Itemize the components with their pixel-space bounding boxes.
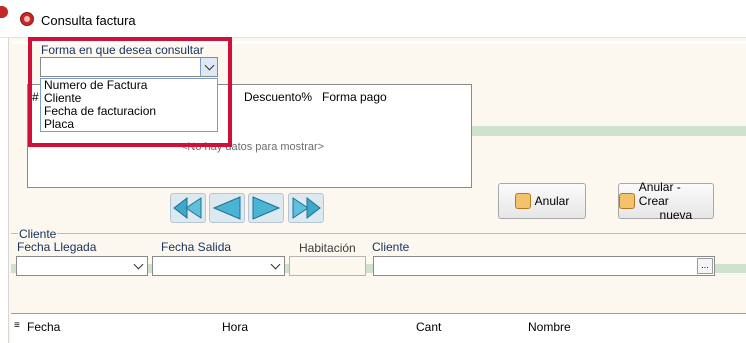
app-icon — [20, 12, 34, 26]
highlight-box — [28, 37, 232, 147]
detalle-grid[interactable]: ≡ Fecha Hora Cant Nombre — [11, 313, 746, 343]
cliente-field[interactable]: ... — [373, 256, 715, 276]
anular-button[interactable]: Anular — [498, 183, 586, 219]
cliente-label: Cliente — [372, 240, 410, 254]
fecha-llegada-label: Fecha Llegada — [17, 240, 97, 254]
habitacion-label: Habitación — [299, 241, 356, 255]
chevron-down-icon[interactable] — [130, 257, 147, 275]
next-icon — [252, 196, 281, 220]
next-button[interactable] — [248, 193, 284, 223]
anular-icon — [514, 193, 531, 209]
title-bar: Consulta factura — [0, 0, 746, 38]
fecha-llegada-combo[interactable] — [16, 256, 148, 276]
anular-crear-label-line1: Anular - Crear — [638, 180, 681, 208]
cliente-lookup-button[interactable]: ... — [697, 258, 713, 274]
anular-label: Anular — [534, 194, 570, 208]
previous-button[interactable] — [209, 193, 245, 223]
first-icon — [173, 196, 202, 220]
anular-crear-icon — [619, 193, 635, 209]
anular-crear-label-line2: nueva — [659, 208, 693, 222]
grid-col-forma-pago[interactable]: Forma pago — [322, 90, 387, 104]
grid-col-descuento[interactable]: Descuento% — [244, 90, 312, 104]
cliente-group-title: Cliente — [18, 227, 58, 241]
fecha-salida-combo[interactable] — [152, 256, 285, 276]
fecha-salida-label: Fecha Salida — [161, 240, 232, 254]
parent-window-icon — [0, 6, 8, 18]
previous-icon — [212, 196, 241, 220]
window-title: Consulta factura — [41, 13, 136, 28]
grid-col-hora[interactable]: Hora — [222, 320, 248, 334]
grid-col-cant[interactable]: Cant — [416, 320, 441, 334]
anular-crear-nueva-button[interactable]: Anular - Crear nueva — [618, 180, 714, 222]
grid-row-indicator-icon: ≡ — [14, 320, 20, 331]
grid-col-nombre[interactable]: Nombre — [528, 320, 571, 334]
first-button[interactable] — [170, 193, 206, 223]
grid-col-fecha[interactable]: Fecha — [27, 320, 60, 334]
anular-crear-label: Anular - Crear nueva — [639, 180, 713, 222]
last-button[interactable] — [288, 193, 324, 223]
green-band — [472, 126, 746, 136]
last-icon — [292, 196, 321, 220]
chevron-down-icon[interactable] — [267, 257, 284, 275]
habitacion-field[interactable] — [289, 256, 366, 276]
